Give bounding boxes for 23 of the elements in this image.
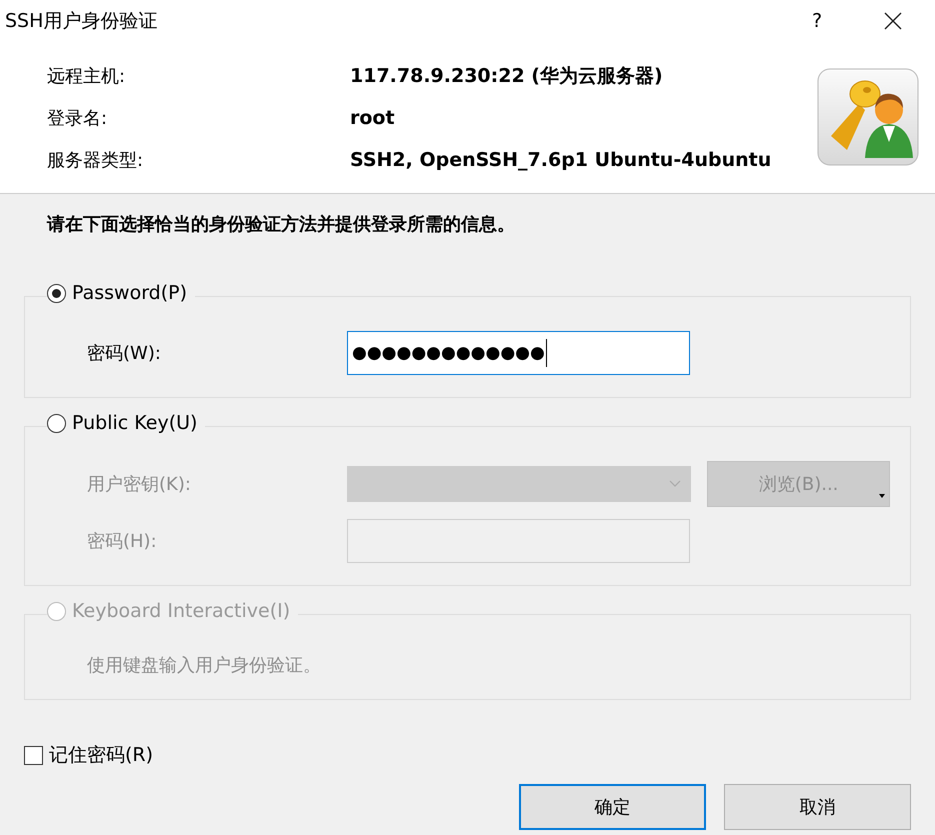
- auth-method-radio[interactable]: Public Key(U): [47, 412, 206, 434]
- remember-password-checkbox[interactable]: 记住密码(R): [24, 742, 911, 768]
- info-label: 登录名:: [47, 107, 108, 130]
- help-button[interactable]: ?: [795, 0, 839, 42]
- method-description: 使用键盘输入用户身份验证。: [87, 654, 322, 677]
- window-title: SSH用户身份验证: [5, 9, 158, 34]
- info-label: 服务器类型:: [47, 149, 144, 172]
- info-value: 117.78.9.230:22 (华为云服务器): [350, 64, 663, 89]
- info-value: SSH2, OpenSSH_7.6p1 Ubuntu-4ubuntu: [350, 149, 772, 171]
- auth-method-radio[interactable]: Password(P): [47, 282, 196, 304]
- chevron-down-icon: [669, 480, 682, 488]
- key-user-icon: [817, 68, 919, 166]
- password-field[interactable]: ●●●●●●●●●●●●●: [347, 331, 690, 375]
- field-label: 密码(W):: [87, 342, 162, 365]
- field-label: 用户密钥(K):: [87, 473, 192, 496]
- info-value: root: [350, 107, 395, 129]
- key-dropdown[interactable]: [346, 466, 692, 502]
- field-label: 密码(H):: [87, 530, 158, 553]
- close-icon: [884, 12, 902, 30]
- dialog-button[interactable]: 确定: [519, 784, 706, 830]
- dialog-button[interactable]: 取消: [724, 784, 911, 830]
- instruction-text: 请在下面选择恰当的身份验证方法并提供登录所需的信息。: [46, 213, 516, 237]
- info-label: 远程主机:: [47, 65, 126, 88]
